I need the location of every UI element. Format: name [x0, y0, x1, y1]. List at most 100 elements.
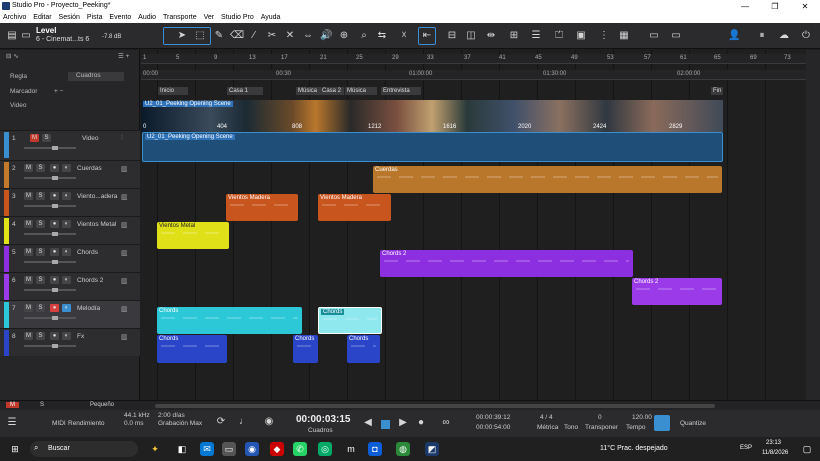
paint-tool-icon[interactable]: ⁄ [248, 30, 260, 42]
record-button[interactable]: ● [50, 192, 59, 200]
bend-tool-icon[interactable]: ⇔ [302, 30, 314, 42]
volume-fader[interactable] [24, 344, 76, 348]
whatsapp-icon[interactable]: ✆ [293, 442, 307, 456]
marker-musica-1[interactable]: Música [296, 87, 320, 95]
video-thumbnails[interactable]: U2_01_Peeking Opening Scene 0 404 808 12… [141, 100, 723, 132]
horizontal-scrollbar[interactable] [155, 404, 715, 408]
mute-button[interactable]: M [24, 164, 33, 172]
listen-tool-icon[interactable]: 🔊 [320, 30, 332, 42]
clip-fx-1[interactable]: Chords [157, 335, 227, 363]
mail-icon[interactable]: ✉ [200, 442, 214, 456]
time-display[interactable]: 00:00:03:15 [296, 414, 350, 425]
menu-ayuda[interactable]: Ayuda [261, 13, 281, 23]
cloud-icon[interactable]: ☁ [778, 30, 790, 42]
stop-button[interactable] [381, 420, 390, 429]
windows-start-icon[interactable]: ⊞ [8, 442, 22, 456]
track-cuerdas[interactable]: 2 M S ● ◐ Cuerdas ▥ [0, 160, 140, 188]
timebase-select[interactable]: Cuadros [68, 72, 124, 81]
track-video[interactable]: 1 M S Video ⫶ [0, 130, 140, 160]
grid-snap-icon[interactable]: ⊞ [508, 30, 520, 42]
browser-icon[interactable]: ◉ [245, 442, 259, 456]
arrow-tool-icon[interactable]: ➤ [176, 30, 188, 42]
record-button[interactable]: ● [50, 220, 59, 228]
weather-text[interactable]: 11°C Prac. despejado [600, 445, 668, 452]
clip-vientos-metal[interactable]: Vientos Metal [157, 222, 229, 249]
arrangement-view[interactable]: 1 5 9 13 17 21 25 29 33 37 41 45 49 53 5… [141, 50, 806, 400]
quantize-icon[interactable]: ◫ [465, 30, 477, 42]
quantize-label[interactable]: Quantize [680, 420, 706, 428]
menu-icon[interactable]: ☰ [6, 417, 18, 429]
solo-button[interactable]: S [36, 276, 45, 284]
monitor-button[interactable]: ◐ [62, 164, 71, 172]
record-button[interactable]: ● [50, 248, 59, 256]
widgets-icon[interactable]: ✦ [148, 442, 162, 456]
maximize-button[interactable]: ❐ [760, 0, 790, 13]
solo-button[interactable]: S [36, 332, 45, 340]
solo-button[interactable]: S [42, 134, 51, 142]
track-chords[interactable]: 5 M S ● ◐ Chords ▥ [0, 244, 140, 272]
snap-icon[interactable]: ⇤ [421, 30, 433, 42]
loop-record-icon[interactable]: ⟳ [215, 416, 227, 428]
solo-button[interactable]: S [36, 192, 45, 200]
range-tool-icon[interactable]: ⬚ [194, 30, 206, 42]
bar-ruler[interactable]: 1 5 9 13 17 21 25 29 33 37 41 45 49 53 5… [141, 54, 806, 64]
clip-cuerdas[interactable]: Cuerdas [373, 166, 722, 193]
transpose-value[interactable]: 0 [598, 414, 602, 422]
split-tool-icon[interactable]: ✂ [266, 30, 278, 42]
marker-casa-1[interactable]: Casa 1 [227, 87, 263, 95]
monitor-button[interactable]: ◐ [62, 248, 71, 256]
zoom-tool-icon[interactable]: ⊕ [338, 30, 350, 42]
sync-icon[interactable] [654, 415, 670, 431]
monitor-button[interactable]: ◐ [62, 276, 71, 284]
record-button[interactable]: ● [50, 276, 59, 284]
vertical-scrollbar[interactable] [806, 50, 820, 400]
record-button[interactable]: ● [50, 164, 59, 172]
marker-casa-2[interactable]: Casa 2 [320, 87, 344, 95]
loop-start[interactable]: 00:00:39:12 [476, 414, 510, 422]
menu-ver[interactable]: Ver [204, 13, 215, 23]
add-track-icon[interactable]: ☰ + [118, 52, 129, 60]
menu-pista[interactable]: Pista [87, 13, 103, 23]
volume-fader[interactable] [24, 288, 76, 292]
monitor-button[interactable]: ◐ [62, 220, 71, 228]
punch-icon[interactable]: ◉ [263, 416, 275, 428]
files-icon[interactable]: ▭ [222, 442, 236, 456]
chat-icon[interactable]: ◎ [318, 442, 332, 456]
panel-icon[interactable]: ▭ [648, 30, 660, 42]
clip-vientos-madera-1[interactable]: Vientos Madera [226, 194, 298, 221]
track-inspector-icon[interactable]: ⊟ ∿ [6, 53, 19, 60]
track-melodia[interactable]: 7 M S ● ◐ Melodía ▥ [0, 300, 140, 328]
loop-end[interactable]: 00:00:54:00 [476, 424, 510, 432]
volume-fader[interactable] [24, 316, 76, 320]
menu-sesion[interactable]: Sesión [59, 13, 80, 23]
time-ruler[interactable]: 00:00 00:30 01:00:00 01:30:00 02:00:00 [141, 70, 806, 80]
track-vientos-metal[interactable]: 4 M S ● ◐ Vientos Metal ▥ [0, 216, 140, 244]
notification-icon[interactable]: ▢ [800, 442, 814, 456]
taskview-icon[interactable]: ◧ [175, 442, 189, 456]
minimize-button[interactable]: — [730, 0, 760, 13]
record-button[interactable]: ● [50, 304, 59, 312]
mute-button[interactable]: M [24, 220, 33, 228]
mute-button[interactable]: M [24, 276, 33, 284]
clip-vientos-madera-2[interactable]: Vientos Madera [318, 194, 391, 221]
sync-icon[interactable]: ⏸ [756, 30, 768, 42]
tempo-value[interactable]: 120.00 [632, 414, 652, 422]
notes-icon[interactable]: m [344, 442, 358, 456]
time-format[interactable]: Cuadros [308, 427, 333, 435]
menu-editar[interactable]: Editar [33, 13, 51, 23]
close-button[interactable]: ✕ [790, 0, 820, 13]
split-mode-icon[interactable]: ☓ [398, 30, 410, 42]
eraser-tool-icon[interactable]: ⌫ [230, 30, 244, 42]
volume-fader[interactable] [24, 204, 76, 208]
pencil-tool-icon[interactable]: ✎ [213, 30, 225, 42]
menu-archivo[interactable]: Archivo [3, 13, 26, 23]
menu-evento[interactable]: Evento [109, 13, 131, 23]
clip-melodia-2[interactable]: Chords [318, 307, 382, 334]
app-icon[interactable]: ◆ [270, 442, 284, 456]
menu-audio[interactable]: Audio [138, 13, 156, 23]
marker-entrevista[interactable]: Entrevista [381, 87, 421, 95]
store-icon[interactable]: ◘ [368, 442, 382, 456]
clock-date[interactable]: 11/8/2026 [762, 450, 788, 456]
solo-button[interactable]: S [36, 164, 45, 172]
time-signature[interactable]: 4 / 4 [540, 414, 553, 422]
